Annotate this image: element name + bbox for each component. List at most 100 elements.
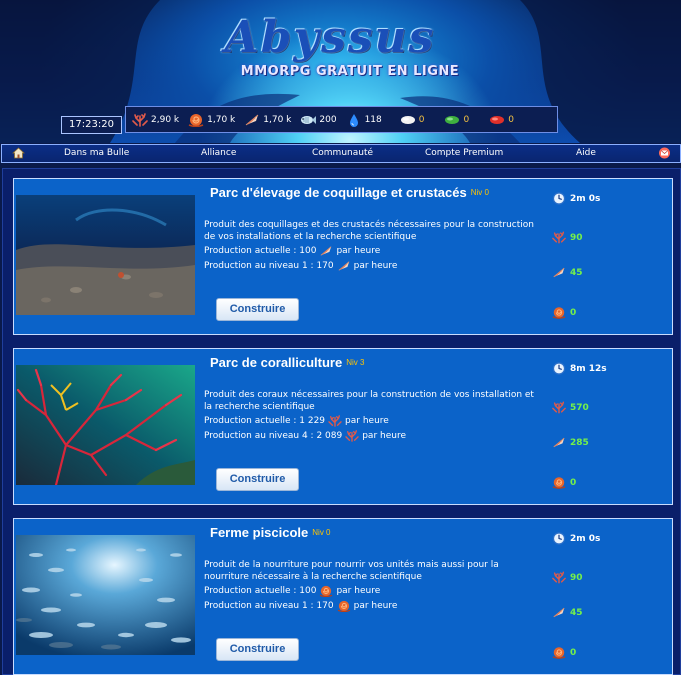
resource-value: 2,90 k [151,114,180,125]
clock-icon [552,532,566,545]
resource-value: 200 [319,114,337,125]
white-gem-icon [400,113,416,127]
coral-icon [328,415,342,427]
cost-value: 0 [570,647,577,658]
coral-icon [552,571,566,584]
production-next: Production au niveau 1 : 170 par heure [204,260,397,272]
cost-shell: 0 [552,306,576,319]
cost-coral: 570 [552,401,589,414]
coral-icon [552,401,566,414]
resource-white-gem[interactable]: 0 [400,113,425,127]
building-title: Parc de coralliculture Niv 3 [210,355,364,370]
conch-icon [337,260,351,272]
building-level: Niv 0 [470,188,489,197]
building-description: Produit de la nourriture pour nourrir vo… [204,560,499,582]
building-image [16,195,195,315]
logo[interactable]: Abyssus MMORPG GRATUIT EN LIGNE [185,12,475,82]
logo-text: Abyssus [224,12,436,63]
resource-conch[interactable]: 1,70 k [244,113,291,127]
clock-icon [552,362,566,375]
building-description: Produit des coraux nécessaires pour la c… [204,390,534,412]
cost-value: 90 [570,232,583,243]
shell-snail-icon [337,600,351,612]
build-time: 8m 12s [552,362,607,375]
production-next-label: Production au niveau 4 : 2 089 [204,431,343,441]
building-name: Ferme piscicole [210,525,309,540]
nav-item-communaute[interactable]: Communauté [312,148,373,158]
building-title: Parc d'élevage de coquillage et crustacé… [210,185,489,200]
building-title: Ferme piscicole Niv 0 [210,525,331,540]
building-level: Niv 0 [312,528,331,537]
construire-button[interactable]: Construire [216,468,299,491]
home-icon[interactable] [12,147,25,159]
water-drop-icon [346,113,362,127]
conch-icon [319,245,333,257]
shell-snail-icon [552,476,566,489]
building-level: Niv 3 [346,358,365,367]
production-next-label: Production au niveau 1 : 170 [204,261,334,271]
per-hour-label: par heure [345,416,389,426]
resource-value: 0 [418,114,425,125]
coral-icon [552,231,566,244]
building-image [16,365,195,485]
building-card: Parc d'élevage de coquillage et crustacé… [13,178,673,335]
red-gem-icon [489,113,505,127]
nav-item-compte-premium[interactable]: Compte Premium [425,148,503,158]
per-hour-label: par heure [362,431,406,441]
cost-value: 45 [570,607,583,618]
build-time: 2m 0s [552,532,600,545]
construire-button[interactable]: Construire [216,298,299,321]
build-time-value: 2m 0s [570,193,601,204]
cost-value: 570 [570,402,589,413]
per-hour-label: par heure [353,601,398,611]
resource-value: 0 [463,114,470,125]
cost-value: 90 [570,572,583,583]
building-card: Parc de coralliculture Niv 3 Produit des … [13,348,673,505]
header: Abyssus MMORPG GRATUIT EN LIGNE 17:23:20… [0,0,681,143]
building-image [16,535,195,655]
resource-value: 0 [508,114,514,125]
resource-red-gem[interactable]: 0 [489,113,514,127]
resource-fish[interactable]: 200 [300,113,337,127]
resource-water[interactable]: 118 [346,113,382,127]
production-current: Production actuelle : 100 par heure [204,245,380,257]
fish-icon [300,113,316,127]
conch-icon [244,113,260,127]
resource-bar: 2,90 k 1,70 k 1,70 k 200 118 0 0 0 [125,106,558,133]
nav-item-alliance[interactable]: Alliance [201,148,236,158]
production-current-label: Production actuelle : 100 [204,246,317,256]
nav-item-aide[interactable]: Aide [576,148,596,158]
production-current-label: Production actuelle : 1 229 [204,416,326,426]
building-name: Parc de coralliculture [210,355,343,370]
shell-snail-icon [319,585,333,597]
cost-value: 0 [570,307,577,318]
resource-value: 1,70 k [263,114,292,125]
build-time: 2m 0s [552,192,600,205]
per-hour-label: par heure [336,246,381,256]
production-next: Production au niveau 1 : 170 par heure [204,600,397,612]
shell-snail-icon [552,306,566,319]
mail-icon[interactable] [658,147,671,159]
production-next: Production au niveau 4 : 2 089 par heure [204,430,406,442]
resource-shell[interactable]: 1,70 k [188,113,235,127]
production-current-label: Production actuelle : 100 [204,586,317,596]
cost-value: 285 [570,437,589,448]
cost-value: 45 [570,267,583,278]
resource-coral[interactable]: 2,90 k [132,113,179,127]
resource-green-gem[interactable]: 0 [444,113,469,127]
server-clock: 17:23:20 [61,116,122,134]
build-time-value: 8m 12s [570,363,607,374]
building-card: Ferme piscicole Niv 0 Produit de la nourr… [13,518,673,675]
nav-item-dans-ma-bulle[interactable]: Dans ma Bulle [64,148,129,158]
cost-shell: 0 [552,476,576,489]
cost-coral: 90 [552,231,583,244]
production-current: Production actuelle : 1 229 par heure [204,415,389,427]
construire-button[interactable]: Construire [216,638,299,661]
buildings-list: Parc d'élevage de coquillage et crustacé… [2,168,681,675]
per-hour-label: par heure [336,586,381,596]
coral-icon [132,113,148,127]
resource-value: 1,70 k [207,114,236,125]
main-nav: Dans ma Bulle Alliance Communauté Compte… [1,144,681,163]
conch-icon [552,606,566,619]
logo-subtitle: MMORPG GRATUIT EN LIGNE [240,64,460,79]
